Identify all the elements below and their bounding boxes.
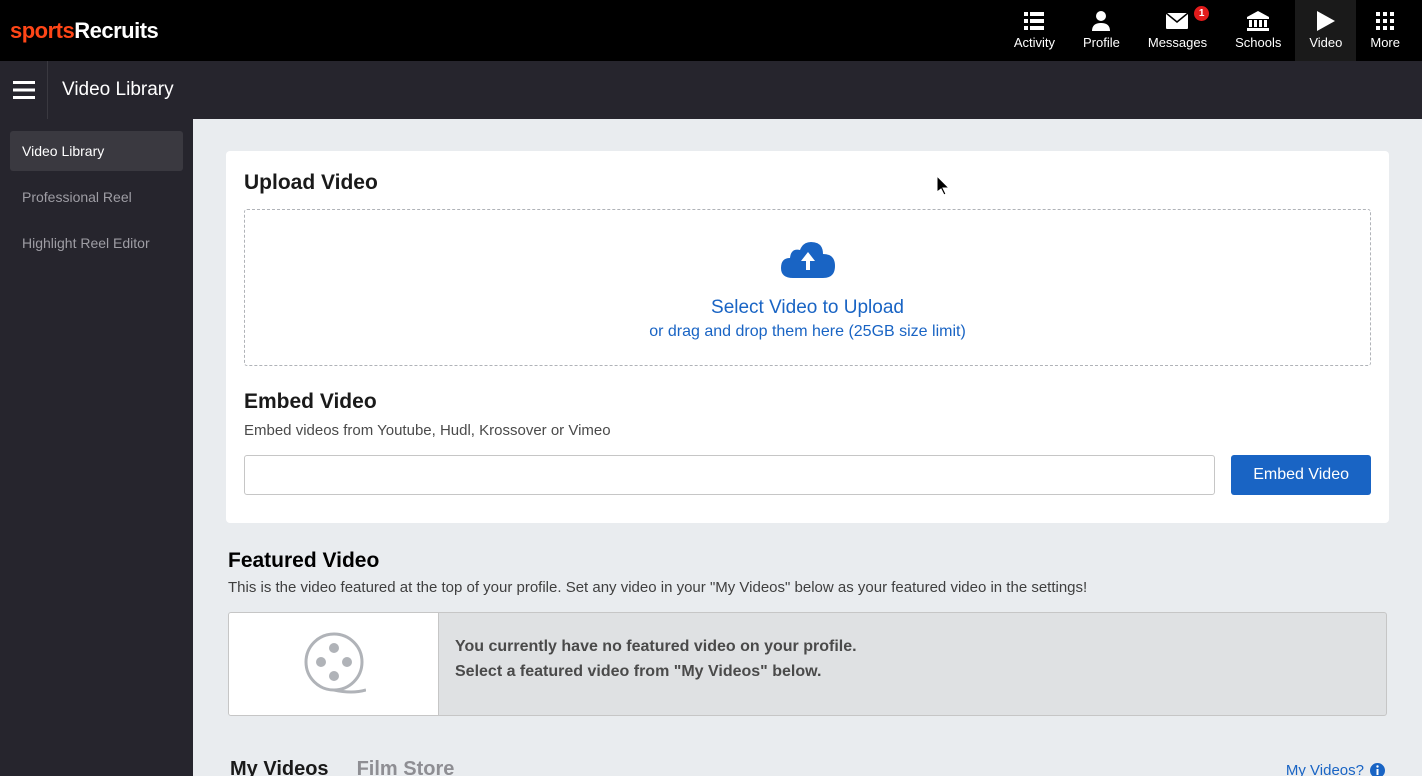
nav-video[interactable]: Video	[1295, 0, 1356, 61]
nav-label: Activity	[1014, 35, 1055, 50]
nav-schools[interactable]: Schools	[1221, 0, 1295, 61]
featured-title: Featured Video	[228, 549, 1387, 573]
upload-title: Upload Video	[244, 171, 1371, 195]
content-area: Upload Video Select Video to Upload or d…	[193, 119, 1422, 776]
tab-film-store[interactable]: Film Store	[357, 758, 455, 776]
nav-messages[interactable]: Messages 1	[1134, 0, 1221, 61]
sidebar-item-label: Highlight Reel Editor	[22, 235, 150, 251]
sidebar-item-professional-reel[interactable]: Professional Reel	[10, 177, 183, 217]
sidebar: Video Library Professional Reel Highligh…	[0, 119, 193, 776]
film-reel-icon	[302, 632, 366, 696]
dropzone-select-text: Select Video to Upload	[711, 297, 904, 319]
bank-icon	[1247, 11, 1269, 31]
logo-part2: Recruits	[74, 18, 158, 43]
grid-icon	[1376, 11, 1394, 31]
nav-label: Video	[1309, 35, 1342, 50]
info-icon	[1370, 763, 1385, 776]
hamburger-button[interactable]	[0, 61, 48, 119]
upload-card: Upload Video Select Video to Upload or d…	[226, 151, 1389, 523]
sub-header: Video Library	[0, 61, 1422, 119]
dropzone-drag-text: or drag and drop them here (25GB size li…	[649, 323, 966, 341]
nav-activity[interactable]: Activity	[1000, 0, 1069, 61]
hamburger-icon	[13, 81, 35, 99]
nav-label: Profile	[1083, 35, 1120, 50]
featured-empty-line1: You currently have no featured video on …	[455, 635, 1370, 660]
help-link-text: My Videos?	[1286, 762, 1364, 776]
nav-items: Activity Profile Messages 1 Schools Vi	[1000, 0, 1414, 61]
nav-profile[interactable]: Profile	[1069, 0, 1134, 61]
upload-dropzone[interactable]: Select Video to Upload or drag and drop …	[244, 209, 1371, 366]
sidebar-item-highlight-editor[interactable]: Highlight Reel Editor	[10, 223, 183, 263]
logo[interactable]: sportsRecruits	[8, 18, 158, 44]
my-videos-help-link[interactable]: My Videos?	[1286, 762, 1385, 776]
list-icon	[1024, 11, 1044, 31]
sidebar-item-video-library[interactable]: Video Library	[10, 131, 183, 171]
sidebar-item-label: Professional Reel	[22, 189, 132, 205]
embed-url-input[interactable]	[244, 455, 1215, 495]
nav-label: Messages	[1148, 35, 1207, 50]
cloud-upload-icon	[781, 238, 835, 283]
nav-label: More	[1370, 35, 1400, 50]
embed-video-button[interactable]: Embed Video	[1231, 455, 1371, 495]
featured-video-box: You currently have no featured video on …	[228, 612, 1387, 716]
logo-part1: sports	[10, 18, 74, 43]
nav-more[interactable]: More	[1356, 0, 1414, 61]
envelope-icon	[1166, 11, 1188, 31]
featured-empty-line2: Select a featured video from "My Videos"…	[455, 660, 1370, 685]
messages-badge: 1	[1194, 6, 1209, 21]
tab-my-videos[interactable]: My Videos	[230, 758, 329, 776]
sidebar-item-label: Video Library	[22, 143, 104, 159]
content-inner: Upload Video Select Video to Upload or d…	[193, 119, 1422, 776]
nav-label: Schools	[1235, 35, 1281, 50]
featured-section: Featured Video This is the video feature…	[226, 549, 1389, 776]
play-icon	[1317, 11, 1335, 31]
top-nav: sportsRecruits Activity Profile Messages…	[0, 0, 1422, 61]
person-icon	[1092, 11, 1110, 31]
embed-row: Embed Video	[244, 455, 1371, 495]
embed-title: Embed Video	[244, 390, 1371, 414]
videos-tabs: My Videos Film Store My Videos?	[228, 758, 1387, 776]
featured-thumbnail-placeholder	[229, 613, 439, 715]
page-title: Video Library	[48, 79, 174, 101]
main-layout: Video Library Professional Reel Highligh…	[0, 119, 1422, 776]
embed-description: Embed videos from Youtube, Hudl, Krossov…	[244, 422, 1371, 439]
featured-description: This is the video featured at the top of…	[228, 579, 1387, 596]
featured-empty-text: You currently have no featured video on …	[439, 613, 1386, 715]
